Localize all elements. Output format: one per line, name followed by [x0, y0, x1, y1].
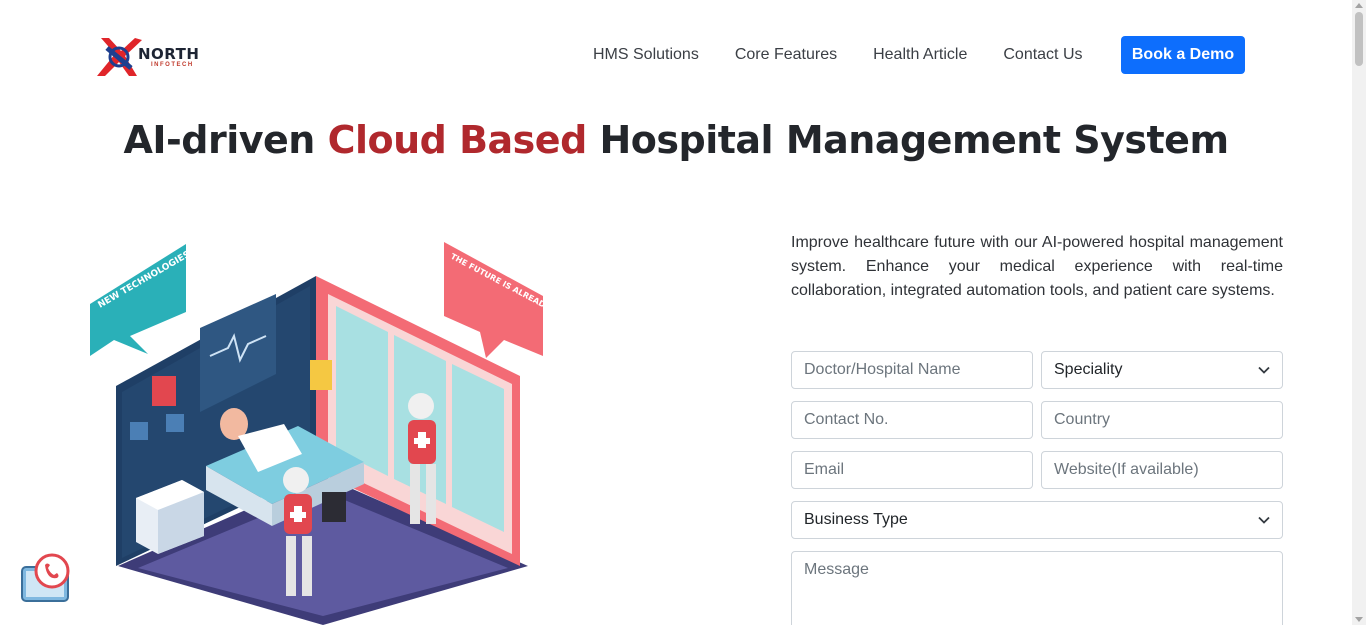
message-textarea[interactable]: Message: [791, 551, 1283, 625]
scroll-down-arrow-icon[interactable]: [1355, 617, 1363, 622]
nav-health-article[interactable]: Health Article: [873, 46, 967, 64]
main-nav: HMS Solutions Core Features Health Artic…: [593, 36, 1111, 74]
hero-illustration: NEW TECHNOLOGIES THE FUTURE IS ALREADY H…: [88, 236, 558, 625]
title-accent: Cloud Based: [327, 118, 588, 162]
scroll-up-arrow-icon[interactable]: [1355, 3, 1363, 8]
scroll-thumb[interactable]: [1355, 12, 1363, 66]
nav-contact-us[interactable]: Contact Us: [1003, 46, 1082, 64]
page-scrollbar[interactable]: [1352, 0, 1366, 625]
brand-logo[interactable]: NORTH INFOTECH: [95, 36, 199, 78]
nav-core-features[interactable]: Core Features: [735, 46, 837, 64]
country-placeholder: Country: [1054, 411, 1111, 428]
title-part1: AI-driven: [123, 118, 315, 162]
contact-placeholder: Contact No.: [804, 411, 889, 428]
website-placeholder: Website(If available): [1054, 461, 1199, 478]
name-placeholder: Doctor/Hospital Name: [804, 361, 961, 378]
hospital-room-illustration: NEW TECHNOLOGIES THE FUTURE IS ALREADY H…: [90, 242, 558, 625]
chevron-down-icon: [1258, 516, 1270, 524]
email-input[interactable]: Email: [791, 451, 1033, 489]
speciality-select[interactable]: Speciality: [1041, 351, 1283, 389]
website-input[interactable]: Website(If available): [1041, 451, 1283, 489]
business-type-value: Business Type: [804, 511, 908, 528]
chevron-down-icon: [1258, 366, 1270, 374]
brand-name: NORTH: [138, 45, 200, 63]
brand-sub: INFOTECH: [151, 62, 194, 68]
title-part2: Hospital Management System: [599, 118, 1230, 162]
speciality-value: Speciality: [1054, 361, 1123, 378]
call-widget[interactable]: [20, 553, 72, 605]
message-placeholder: Message: [804, 561, 869, 578]
phone-icon: [21, 553, 70, 602]
page-title: AI-driven Cloud Based Hospital Managemen…: [0, 118, 1352, 162]
business-type-select[interactable]: Business Type: [791, 501, 1283, 539]
email-placeholder: Email: [804, 461, 845, 478]
intro-text: Improve healthcare future with our AI-po…: [791, 234, 1283, 299]
site-header: NORTH INFOTECH HMS Solutions Core Featur…: [0, 0, 1352, 110]
contact-no-input[interactable]: Contact No.: [791, 401, 1033, 439]
nav-hms-solutions[interactable]: HMS Solutions: [593, 46, 699, 64]
country-input[interactable]: Country: [1041, 401, 1283, 439]
doctor-hospital-name-input[interactable]: Doctor/Hospital Name: [791, 351, 1033, 389]
book-demo-button[interactable]: Book a Demo: [1121, 36, 1245, 74]
